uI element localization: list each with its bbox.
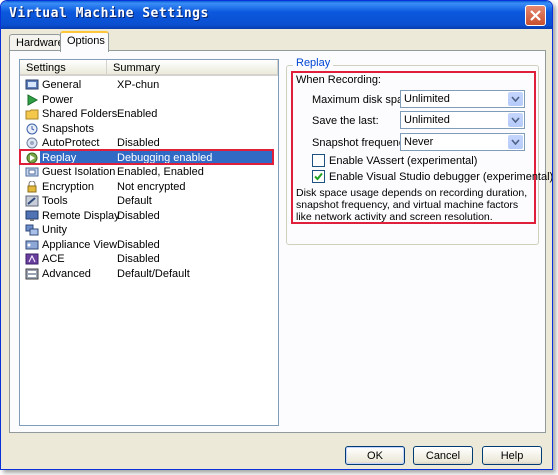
list-item-summary: Enabled (117, 108, 158, 121)
list-item-remote-display[interactable]: Remote Display Disabled (20, 209, 278, 224)
settings-list[interactable]: Settings Summary General XP-chun Power S… (19, 59, 279, 426)
list-item-name: ACE (42, 253, 65, 266)
when-recording-label: When Recording: (296, 74, 381, 86)
advanced-icon (25, 267, 39, 280)
save-last-select[interactable]: Unlimited (400, 111, 525, 129)
list-item-summary: Default (117, 195, 152, 208)
folder-icon (25, 108, 39, 121)
list-item-name: Unity (42, 224, 68, 237)
tab-options-label: Options (67, 35, 105, 47)
list-item-shared-folders[interactable]: Shared Folders Enabled (20, 107, 278, 122)
tab-hardware[interactable]: Hardware (9, 34, 64, 51)
list-item-power[interactable]: Power (20, 93, 278, 108)
list-item-name: Snapshots (42, 122, 94, 135)
ok-button[interactable]: OK (345, 446, 405, 465)
max-disk-space-select[interactable]: Unlimited (400, 90, 525, 108)
list-item-name: Shared Folders (42, 108, 118, 121)
list-item-summary: Disabled (117, 137, 160, 150)
snapshot-frequency-value: Never (404, 136, 434, 148)
cancel-button[interactable]: Cancel (413, 446, 473, 465)
snapshot-frequency-select[interactable]: Never (400, 133, 525, 151)
tab-options[interactable]: Options (60, 31, 109, 52)
autoprotect-icon (25, 137, 39, 150)
help-button[interactable]: Help (482, 446, 542, 465)
save-last-label: Save the last: (312, 115, 379, 127)
unity-icon (25, 224, 39, 237)
window-title: Virtual Machine Settings (9, 6, 209, 21)
list-item-name: Tools (42, 195, 68, 208)
list-item-summary: Disabled (117, 238, 160, 251)
column-header-summary-label: Summary (113, 62, 161, 74)
enable-vassert-label: Enable VAssert (experimental) (329, 155, 478, 167)
annotation-box-replay-row (19, 149, 274, 165)
column-header-settings-label: Settings (26, 62, 66, 74)
lock-icon (25, 180, 39, 193)
enable-vs-debugger-label: Enable Visual Studio debugger (experimen… (329, 171, 553, 183)
list-item-name: Appliance View (42, 238, 118, 251)
list-item-guest-isolation[interactable]: Guest Isolation Enabled, Enabled (20, 165, 278, 180)
close-button[interactable] (525, 5, 546, 26)
settings-window: Virtual Machine Settings Hardware Option… (0, 0, 553, 470)
checkmark-icon (314, 172, 323, 181)
list-item-encryption[interactable]: Encryption Not encrypted (20, 180, 278, 195)
list-item-summary: XP-chun (117, 79, 160, 92)
help-button-label: Help (500, 450, 524, 462)
list-item-summary: Not encrypted (117, 180, 186, 193)
list-item-appliance-view[interactable]: Appliance View Disabled (20, 238, 278, 253)
options-panel: Settings Summary General XP-chun Power S… (9, 50, 552, 433)
column-header-settings[interactable]: Settings (20, 60, 107, 76)
isolation-icon (25, 166, 39, 179)
appliance-icon (25, 238, 39, 251)
cancel-button-label: Cancel (425, 450, 461, 462)
title-bar[interactable]: Virtual Machine Settings (1, 1, 552, 29)
tools-icon (25, 195, 39, 208)
column-header-summary[interactable]: Summary (107, 60, 278, 76)
list-item-name: General (42, 79, 82, 92)
close-icon (530, 10, 541, 21)
ok-button-label: OK (367, 450, 383, 462)
list-header: Settings Summary (20, 60, 278, 76)
list-item-summary: Default/Default (117, 267, 190, 280)
list-item-name: Power (42, 93, 74, 106)
tab-hardware-label: Hardware (16, 37, 64, 49)
enable-vs-debugger-checkbox[interactable] (312, 170, 325, 183)
list-item-summary: Enabled, Enabled (117, 166, 204, 179)
max-disk-space-value: Unlimited (404, 93, 450, 105)
list-item-name: Advanced (42, 267, 91, 280)
list-item-name: Guest Isolation (42, 166, 116, 179)
enable-vassert-checkbox[interactable] (312, 154, 325, 167)
save-last-value: Unlimited (404, 114, 450, 126)
power-icon (25, 93, 39, 106)
chevron-down-icon[interactable] (508, 113, 523, 127)
list-item-name: AutoProtect (42, 137, 100, 150)
list-item-ace[interactable]: ACE Disabled (20, 252, 278, 267)
list-item-name: Encryption (42, 180, 94, 193)
settings-rows: General XP-chun Power Shared Folders Ena… (20, 78, 278, 281)
list-item-summary: Disabled (117, 209, 160, 222)
snapshot-icon (25, 122, 39, 135)
snapshot-frequency-label: Snapshot frequency: (312, 137, 413, 149)
list-item-snapshots[interactable]: Snapshots (20, 122, 278, 137)
list-item-general[interactable]: General XP-chun (20, 78, 278, 93)
list-item-unity[interactable]: Unity (20, 223, 278, 238)
list-item-advanced[interactable]: Advanced Default/Default (20, 267, 278, 282)
replay-description: Disk space usage depends on recording du… (296, 187, 528, 223)
chevron-down-icon[interactable] (508, 92, 523, 106)
ace-icon (25, 253, 39, 266)
list-item-name: Remote Display (42, 209, 120, 222)
replay-group-title: Replay (293, 57, 334, 69)
list-item-summary: Disabled (117, 253, 160, 266)
general-icon (25, 79, 39, 92)
list-item-tools[interactable]: Tools Default (20, 194, 278, 209)
chevron-down-icon[interactable] (508, 135, 523, 149)
display-icon (25, 209, 39, 222)
